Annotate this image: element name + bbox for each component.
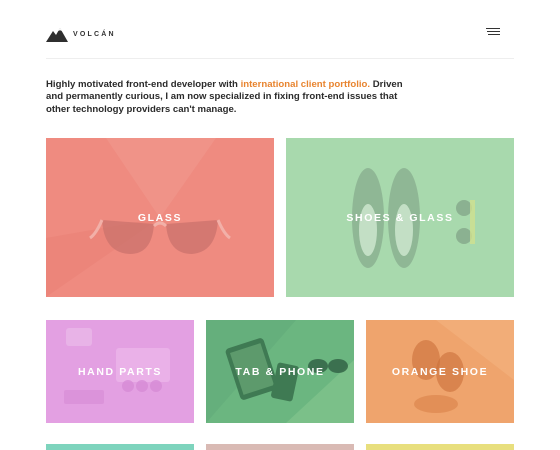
tile-glass-label: GLASS — [137, 211, 183, 224]
mountain-logo-icon — [46, 26, 68, 42]
menu-button[interactable] — [486, 27, 500, 37]
hamburger-menu-icon — [486, 28, 500, 35]
tile-preview-yellow[interactable] — [366, 444, 514, 450]
tile-hand-parts-label: HAND PARTS — [77, 365, 163, 378]
tile-shoes-glass[interactable]: SHOES & GLASS — [286, 138, 514, 297]
tile-tab-phone[interactable]: TAB & PHONE — [206, 320, 354, 423]
portfolio-link[interactable]: international client portfolio. — [241, 79, 371, 90]
intro-text: Highly motivated front-end developer wit… — [46, 79, 406, 116]
tile-hand-parts[interactable]: HAND PARTS — [46, 320, 194, 423]
tile-shoes-glass-label: SHOES & GLASS — [346, 211, 454, 224]
tile-orange-shoe-label: ORANGE SHOE — [391, 365, 489, 378]
brand-name: VOLCÁN — [73, 30, 116, 38]
intro-text-before: Highly motivated front-end developer wit… — [46, 79, 241, 90]
tile-preview-rose[interactable] — [206, 444, 354, 450]
site-header: VOLCÁN — [46, 26, 514, 46]
tile-tab-phone-label: TAB & PHONE — [235, 365, 325, 378]
header-divider — [46, 58, 514, 59]
brand-logo[interactable]: VOLCÁN — [46, 26, 116, 42]
tile-glass[interactable]: GLASS — [46, 138, 274, 297]
tile-orange-shoe[interactable]: ORANGE SHOE — [366, 320, 514, 423]
tile-preview-teal[interactable] — [46, 444, 194, 450]
